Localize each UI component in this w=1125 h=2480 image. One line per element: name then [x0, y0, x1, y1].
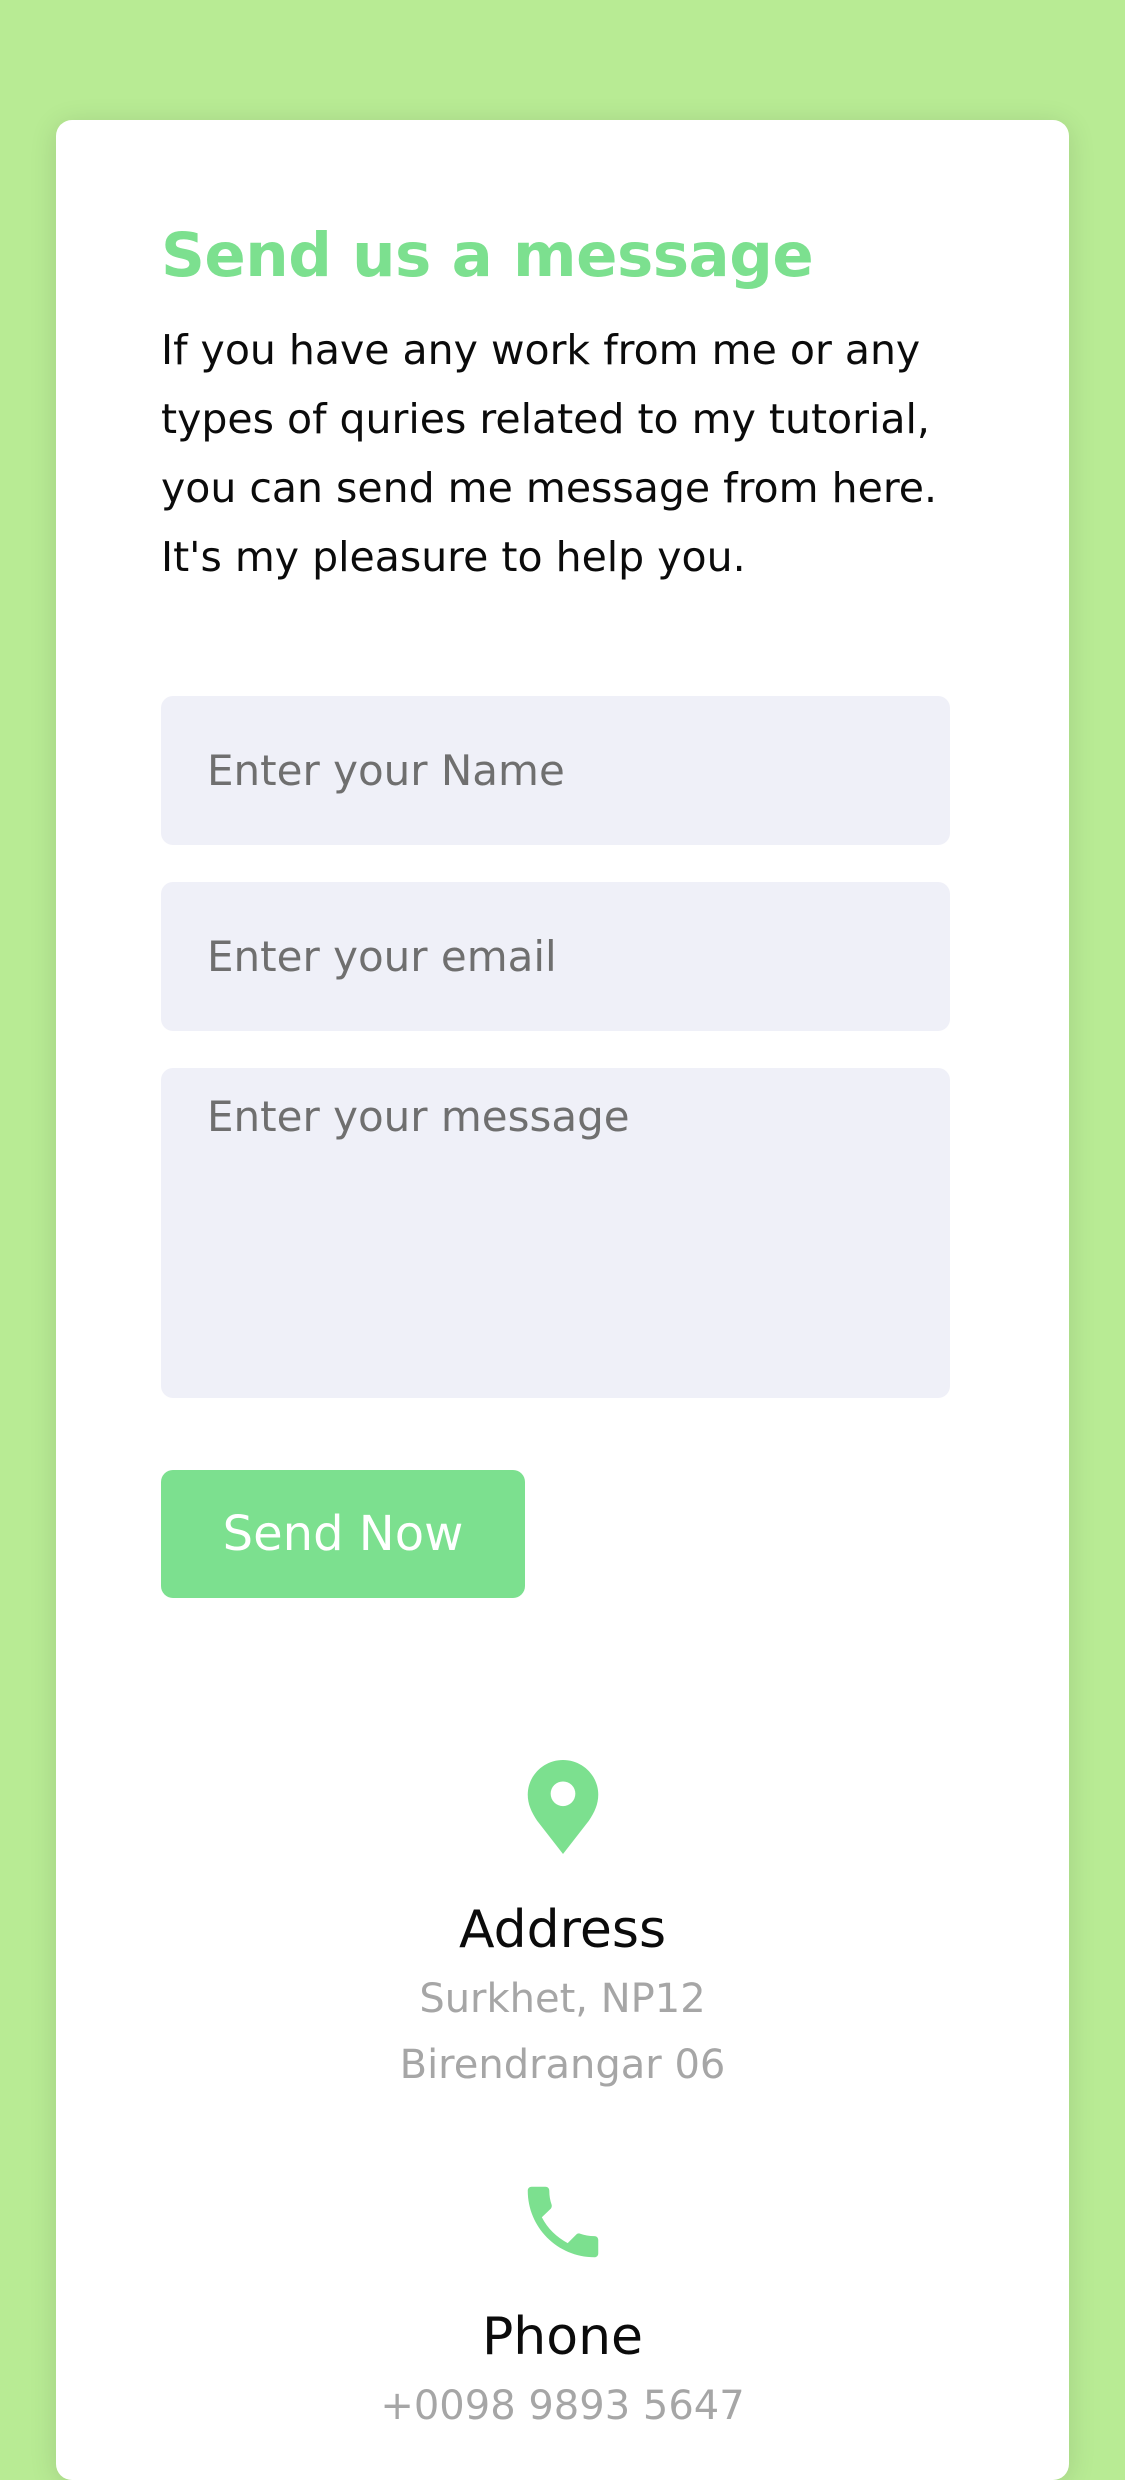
send-now-button[interactable]: Send Now [161, 1470, 525, 1598]
phone-info: Phone +0098 9893 5647 [56, 2175, 1069, 2439]
address-heading: Address [458, 1900, 667, 1960]
email-input[interactable] [161, 882, 950, 1031]
phone-number: +0098 9893 5647 [380, 2383, 745, 2429]
phone-icon [527, 2186, 598, 2258]
phone-heading: Phone [481, 2307, 644, 2367]
message-textarea[interactable] [161, 1068, 950, 1398]
contact-card: Send us a message If you have any work f… [56, 120, 1069, 2480]
name-input[interactable] [161, 696, 950, 845]
address-line-1: Surkhet, NP12 [419, 1976, 706, 2022]
address-line-2: Birendrangar 06 [399, 2042, 726, 2088]
address-info: Address Surkhet, NP12 Birendrangar 06 [56, 1760, 1069, 2098]
form-description: If you have any work from me or any type… [161, 326, 938, 581]
map-pin-icon [527, 1760, 598, 1854]
form-title: Send us a message [161, 220, 814, 291]
